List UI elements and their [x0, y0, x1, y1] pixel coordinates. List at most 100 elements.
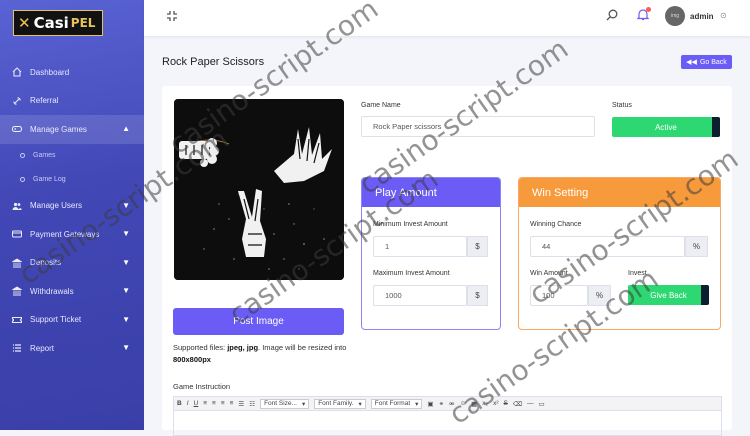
winning-chance-input[interactable]: 44	[530, 236, 685, 257]
double-chevron-left-icon: ◀◀	[686, 59, 697, 66]
font-size-value: Font Size...	[264, 400, 297, 407]
sidebar-subitem-game-log[interactable]: Game Log	[0, 168, 144, 192]
bold-icon[interactable]: B	[177, 400, 182, 407]
font-family-value: Font Family.	[318, 400, 354, 407]
font-size-select[interactable]: Font Size... ▾	[260, 398, 310, 409]
superscript-icon[interactable]: x²	[493, 400, 498, 407]
unlink-icon[interactable]: ⚮	[449, 400, 454, 408]
notification-badge	[646, 7, 651, 12]
game-form-card: Post Image Supported files: jpeg, jpg. I…	[162, 86, 732, 436]
supported-size: 800x800px	[173, 355, 211, 364]
chevron-down-icon: ▼	[122, 257, 130, 267]
italic-icon[interactable]: I	[187, 400, 189, 407]
post-image-button[interactable]: Post Image	[173, 308, 344, 335]
list-icon	[13, 344, 21, 352]
table-icon[interactable]: ▦	[471, 400, 477, 408]
sidebar-item-report[interactable]: Report ▼	[0, 334, 144, 363]
sidebar-item-manage-users[interactable]: Manage Users ▼	[0, 192, 144, 221]
sidebar-item-label: Deposits	[30, 258, 62, 268]
percent-addon: %	[685, 236, 708, 257]
min-invest-label: Minimum Invest Amount	[373, 221, 448, 228]
status-toggle[interactable]: Active	[612, 117, 720, 137]
collapse-icon[interactable]	[166, 10, 178, 22]
sidebar-item-label: Withdrawals	[30, 286, 74, 296]
game-name-input[interactable]: Rock Paper scissors	[361, 116, 595, 137]
status-value: Active	[655, 122, 677, 132]
font-format-value: Font Format	[374, 400, 411, 407]
strikethrough-icon[interactable]: S	[503, 400, 507, 407]
max-invest-input[interactable]: 1000	[373, 285, 467, 306]
sidebar-item-withdrawals[interactable]: Withdrawals ▼	[0, 277, 144, 306]
winning-chance-label: Winning Chance	[530, 221, 582, 228]
sidebar-item-deposits[interactable]: Deposits ▼	[0, 249, 144, 278]
invest-label: Invest	[628, 270, 647, 277]
chevron-down-circle-icon[interactable]: ⊙	[720, 11, 727, 20]
logo[interactable]: ✕ Casi PEL	[13, 10, 103, 36]
align-left-icon[interactable]: ≡	[203, 400, 207, 407]
subscript-icon[interactable]: x₂	[482, 400, 488, 407]
sidebar-item-label: Payment Gateways	[30, 229, 100, 239]
sidebar-item-support-ticket[interactable]: Support Ticket ▼	[0, 306, 144, 335]
logo-main: Casi	[33, 14, 69, 32]
numbered-list-icon[interactable]: ☷	[249, 400, 255, 408]
sidebar-item-referral[interactable]: Referral	[0, 87, 144, 116]
smiley-icon[interactable]: ☺	[459, 400, 466, 407]
game-instruction-label: Game Instruction	[173, 382, 231, 391]
sidebar-item-label: Report	[30, 343, 55, 353]
page-title: Rock Paper Scissors	[162, 56, 265, 68]
align-center-icon[interactable]: ≡	[212, 400, 216, 407]
go-back-button[interactable]: ◀◀ Go Back	[681, 55, 732, 69]
source-icon[interactable]: ▭	[539, 400, 545, 408]
toggle-knob	[712, 117, 720, 137]
notification-bell-icon[interactable]	[636, 7, 651, 24]
sidebar-subitem-games[interactable]: Games	[0, 144, 144, 168]
font-family-select[interactable]: Font Family. ▾	[314, 398, 366, 409]
win-amount-input[interactable]: 100	[530, 285, 588, 306]
game-image-preview	[174, 99, 344, 280]
sidebar-item-dashboard[interactable]: Dashboard	[0, 58, 144, 87]
remove-format-icon[interactable]: ⌫	[513, 400, 522, 408]
rock-paper-scissors-artwork	[174, 99, 344, 280]
min-invest-input[interactable]: 1	[373, 236, 467, 257]
percent-addon: %	[588, 285, 611, 306]
image-icon[interactable]: ▣	[427, 400, 433, 408]
horizontal-rule-icon[interactable]: —	[527, 400, 534, 407]
link-icon[interactable]: ⚭	[439, 400, 444, 408]
bank-icon	[12, 286, 22, 296]
chevron-down-icon: ▼	[122, 343, 130, 352]
justify-icon[interactable]: ≡	[230, 400, 234, 407]
logo-x-icon: ✕	[18, 14, 31, 32]
sidebar-subitem-label: Game Log	[33, 176, 66, 183]
supported-files-note: Supported files: jpeg, jpg. Image will b…	[173, 342, 348, 366]
sidebar-item-label: Referral	[30, 96, 59, 106]
rich-text-editor[interactable]: B I U ≡ ≡ ≡ ≡ ☰ ☷ Font Size... ▾ Font Fa…	[173, 396, 722, 436]
invest-toggle[interactable]: Give Back	[628, 285, 709, 305]
sidebar-item-label: Manage Users	[30, 201, 83, 211]
win-setting-title: Win Setting	[519, 178, 720, 207]
logo-accent: PEL	[70, 16, 96, 30]
sidebar-item-label: Dashboard	[30, 67, 70, 77]
supported-types: jpeg, jpg	[227, 343, 259, 352]
bullet-list-icon[interactable]: ☰	[238, 400, 244, 408]
user-name[interactable]: admin	[690, 12, 714, 21]
sidebar-item-label: Support Ticket	[30, 315, 82, 325]
gamepad-icon	[12, 126, 22, 133]
search-icon[interactable]	[606, 9, 618, 21]
credit-card-icon	[12, 230, 22, 238]
align-right-icon[interactable]: ≡	[221, 400, 225, 407]
sidebar-item-manage-games[interactable]: Manage Games ▲	[0, 115, 144, 144]
toggle-knob	[701, 285, 709, 305]
avatar[interactable]: img	[665, 6, 685, 26]
chevron-up-icon: ▲	[122, 124, 130, 133]
bank-icon	[12, 258, 22, 268]
font-format-select[interactable]: Font Format ▾	[370, 398, 423, 409]
sidebar-item-payment-gateways[interactable]: Payment Gateways ▼	[0, 220, 144, 249]
users-icon	[12, 202, 22, 210]
home-icon	[12, 67, 22, 77]
sidebar-nav: Dashboard Referral Manage Games ▲ Games …	[0, 58, 144, 363]
circle-icon	[20, 177, 25, 182]
chevron-down-icon: ▼	[122, 314, 130, 324]
status-label: Status	[612, 102, 632, 109]
underline-icon[interactable]: U	[194, 400, 199, 407]
chevron-down-icon: ▼	[122, 286, 130, 295]
